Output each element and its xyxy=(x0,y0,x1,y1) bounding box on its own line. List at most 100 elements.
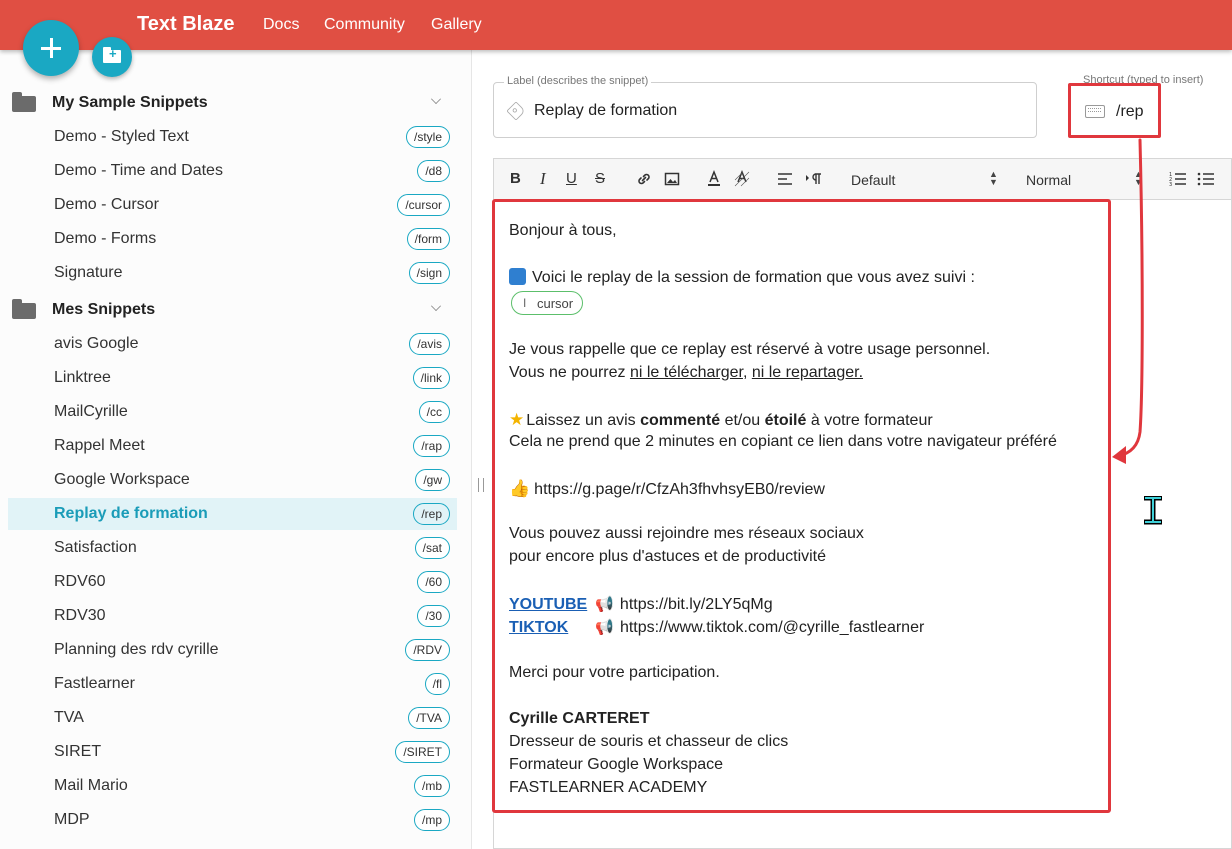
sidebar-item-replay-de-formation[interactable]: Replay de formation /rep xyxy=(8,498,457,530)
megaphone-icon: 📢 xyxy=(595,619,614,636)
align-left-icon[interactable] xyxy=(777,172,793,186)
youtube-link[interactable]: YOUTUBE xyxy=(509,596,587,613)
thumbs-up-icon: 👍 xyxy=(509,479,531,498)
keyboard-icon xyxy=(1085,105,1105,118)
sidebar-item-satisfaction[interactable]: Satisfaction /sat xyxy=(8,532,457,564)
sidebar-item-rdv60[interactable]: RDV60 /60 xyxy=(8,566,457,598)
underline-button[interactable]: U xyxy=(566,170,577,187)
sidebar-item-label: Signature xyxy=(54,264,123,281)
shortcut-badge: /TVA xyxy=(408,707,450,729)
chevron-down-icon[interactable] xyxy=(431,94,441,104)
content-social-1: Vous pouvez aussi rejoindre mes réseaux … xyxy=(509,525,864,542)
review-suffix: à votre formateur xyxy=(806,412,933,429)
highlight-color-icon[interactable] xyxy=(734,170,750,188)
review-bold-1: commenté xyxy=(640,412,721,429)
youtube-url-text: https://bit.ly/2LY5qMg xyxy=(619,596,773,613)
sidebar-item-signature[interactable]: Signature /sign xyxy=(8,257,457,289)
shortcut-input[interactable]: /rep xyxy=(1116,103,1144,121)
sidebar-item-demo-forms[interactable]: Demo - Forms /form xyxy=(8,223,457,255)
bullet-list-icon[interactable] xyxy=(1197,171,1215,187)
content-reminder-2: Vous ne pourrez ni le télécharger, ni le… xyxy=(509,364,863,382)
bold-button[interactable]: B xyxy=(510,170,521,187)
reminder-separator: , xyxy=(742,364,752,381)
new-snippet-button[interactable] xyxy=(23,20,79,76)
content-review-url: 👍 https://g.page/r/CfzAh3fhvhsyEB0/review xyxy=(509,479,825,499)
sidebar-item-label: Demo - Time and Dates xyxy=(54,162,223,179)
content-review: ★ Laissez un avis commenté et/ou étoilé à… xyxy=(509,410,933,430)
nav-community[interactable]: Community xyxy=(324,16,405,34)
strikethrough-button[interactable]: S xyxy=(595,170,605,187)
sidebar-item-demo-styled-text[interactable]: Demo - Styled Text /style xyxy=(8,121,457,153)
sidebar-item-label: TVA xyxy=(54,709,84,726)
review-url-text: https://g.page/r/CfzAh3fhvhsyEB0/review xyxy=(534,481,825,498)
sidebar-item-label: Mail Mario xyxy=(54,777,128,794)
text-color-icon[interactable] xyxy=(706,170,722,188)
label-field-legend: Label (describes the snippet) xyxy=(504,75,652,87)
content-thanks: Merci pour votre participation. xyxy=(509,664,720,681)
sidebar-item-label: SIRET xyxy=(54,743,102,760)
shortcut-field[interactable]: /rep xyxy=(1068,83,1161,138)
sidebar-item-label: Demo - Forms xyxy=(54,230,157,247)
shortcut-badge: /avis xyxy=(409,333,450,355)
sidebar-item-label: Demo - Cursor xyxy=(54,196,159,213)
sidebar-item-mailcyrille[interactable]: MailCyrille /cc xyxy=(8,396,457,428)
link-icon[interactable] xyxy=(636,171,652,187)
text-direction-icon[interactable] xyxy=(805,171,823,187)
select-arrows-icon: ▲ ▼ xyxy=(989,169,998,187)
review-mid: et/ou xyxy=(720,412,765,429)
shortcut-badge: /cc xyxy=(418,401,450,423)
font-size-select[interactable]: Normal xyxy=(1026,172,1071,188)
review-bold-2: étoilé xyxy=(764,412,807,429)
shortcut-badge: /rap xyxy=(413,435,450,457)
label-input[interactable]: Replay de formation xyxy=(534,102,677,120)
folder-my-sample-snippets[interactable]: My Sample Snippets xyxy=(0,88,472,118)
cursor-command-chip[interactable]: Icursor xyxy=(511,291,583,315)
image-icon[interactable] xyxy=(664,171,680,187)
content-tiktok: TIKTOK 📢 https://www.tiktok.com/@cyrille_f… xyxy=(509,618,924,637)
nav-gallery[interactable]: Gallery xyxy=(431,16,482,34)
sidebar-item-label: Rappel Meet xyxy=(54,437,145,454)
sidebar-item-tva[interactable]: TVA /TVA xyxy=(8,702,457,734)
sidebar-item-rdv30[interactable]: RDV30 /30 xyxy=(8,600,457,632)
sidebar-item-label: Linktree xyxy=(54,369,111,386)
sidebar-item-label: Satisfaction xyxy=(54,539,137,556)
sidebar-item-label: RDV30 xyxy=(54,607,106,624)
shortcut-badge: /d8 xyxy=(417,160,450,182)
label-field[interactable]: Label (describes the snippet) Replay de … xyxy=(493,75,1037,138)
signature-line-3: FASTLEARNER ACADEMY xyxy=(509,779,708,796)
sidebar-item-google-workspace[interactable]: Google Workspace /gw xyxy=(8,464,457,496)
sidebar-item-label: Google Workspace xyxy=(54,471,190,488)
formatting-toolbar: B I U S Default ▲ ▼ Normal ▲ ▼ 123 xyxy=(493,158,1232,200)
panel-resize-handle[interactable] xyxy=(478,478,484,492)
label-tag-icon xyxy=(506,101,526,121)
sidebar-item-planning-des-rdv[interactable]: Planning des rdv cyrille /RDV xyxy=(8,634,457,666)
italic-button[interactable]: I xyxy=(540,169,546,189)
sidebar-item-rappel-meet[interactable]: Rappel Meet /rap xyxy=(8,430,457,462)
numbered-list-icon[interactable]: 123 xyxy=(1169,171,1187,187)
chevron-down-icon[interactable] xyxy=(431,301,441,311)
new-folder-button[interactable] xyxy=(92,37,132,77)
signature-name: Cyrille CARTERET xyxy=(509,710,650,727)
shortcut-badge: /mp xyxy=(413,809,450,831)
shortcut-badge: /fl xyxy=(424,673,450,695)
sidebar-item-mdp[interactable]: MDP /mp xyxy=(8,804,457,836)
sidebar-item-label: Replay de formation xyxy=(54,505,208,522)
signature-line-2: Formateur Google Workspace xyxy=(509,756,724,773)
sidebar-item-mail-mario[interactable]: Mail Mario /mb xyxy=(8,770,457,802)
sidebar-item-siret[interactable]: SIRET /SIRET xyxy=(8,736,457,768)
sidebar-item-avis-google[interactable]: avis Google /avis xyxy=(8,328,457,360)
brand-logo[interactable]: Text Blaze xyxy=(137,13,234,36)
folder-icon xyxy=(12,92,36,112)
sidebar-item-linktree[interactable]: Linktree /link xyxy=(8,362,457,394)
signature-line-1: Dresseur de souris et chasseur de clics xyxy=(509,733,789,750)
shortcut-badge: /form xyxy=(406,228,450,250)
font-family-select[interactable]: Default xyxy=(851,172,895,188)
sidebar-item-demo-time-and-dates[interactable]: Demo - Time and Dates /d8 xyxy=(8,155,457,187)
folder-mes-snippets[interactable]: Mes Snippets xyxy=(0,295,472,325)
sidebar-item-demo-cursor[interactable]: Demo - Cursor /cursor xyxy=(8,189,457,221)
sidebar-item-fastlearner[interactable]: Fastlearner /fl xyxy=(8,668,457,700)
tiktok-link[interactable]: TIKTOK xyxy=(509,619,568,636)
nav-docs[interactable]: Docs xyxy=(263,16,299,34)
shortcut-badge: /RDV xyxy=(405,639,450,661)
folder-label: Mes Snippets xyxy=(52,301,156,318)
